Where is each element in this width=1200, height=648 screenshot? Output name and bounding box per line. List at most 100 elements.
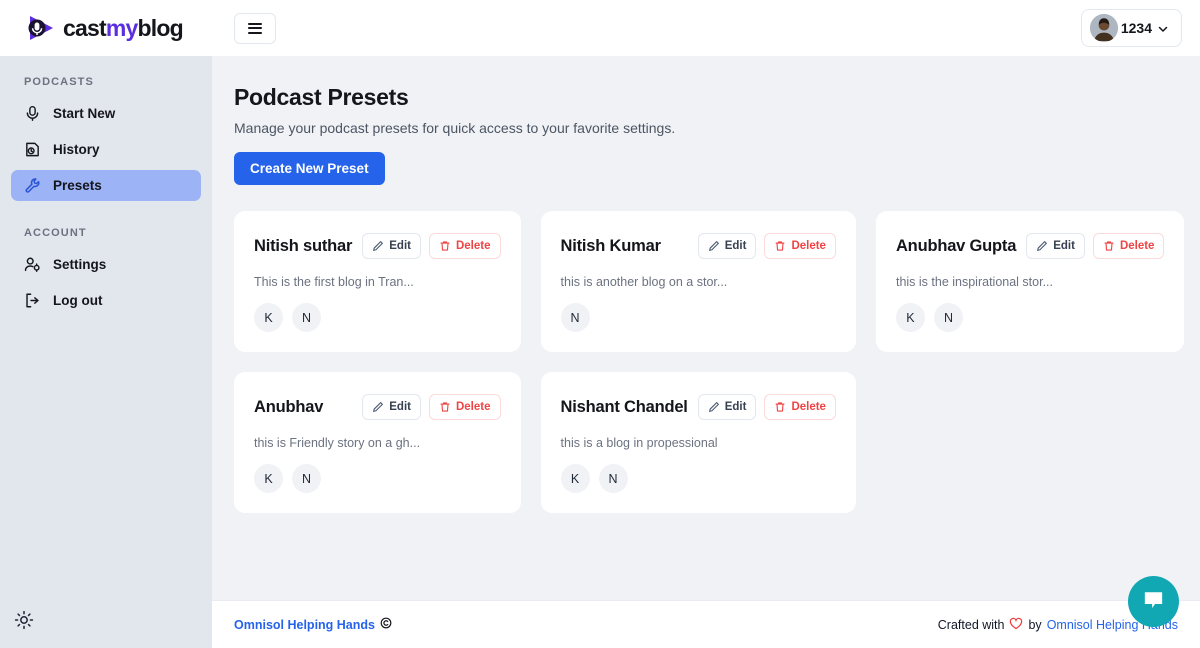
presets-grid: Nitish suthar Edit Delete This is the first…	[234, 211, 1185, 513]
preset-card-actions: Edit Delete	[697, 394, 836, 420]
footer-brand-link[interactable]: Omnisol Helping Hands	[234, 617, 392, 632]
voice-chip[interactable]: N	[292, 303, 321, 332]
preset-card-header: Anubhav Gupta Edit Delete	[896, 233, 1165, 259]
user-gear-icon	[24, 256, 41, 273]
sidebar-item-logout[interactable]: Log out	[11, 285, 201, 316]
pencil-icon	[372, 401, 384, 413]
nav-section-account-label: ACCOUNT	[24, 227, 87, 239]
hamburger-menu-icon[interactable]	[234, 12, 276, 44]
sidebar-item-label: Log out	[53, 293, 103, 308]
voice-chip[interactable]: K	[254, 303, 283, 332]
delete-preset-button[interactable]: Delete	[764, 394, 836, 420]
create-new-preset-button[interactable]: Create New Preset	[234, 152, 385, 185]
sidebar-nav: PODCASTS Start New History Presets ACCOU…	[0, 56, 212, 610]
microphone-icon	[24, 105, 41, 122]
preset-description: this is the inspirational stor...	[895, 275, 1053, 289]
preset-title: Anubhav Gupta	[895, 236, 1017, 255]
sidebar-item-history[interactable]: History	[11, 134, 201, 165]
brand-logo[interactable]: castmyblog	[26, 13, 184, 43]
user-menu-button[interactable]: 1234	[1080, 9, 1182, 47]
sidebar-item-label: Presets	[53, 178, 102, 193]
preset-card-actions: Edit Delete	[362, 394, 501, 420]
nav-section-podcasts-label: PODCASTS	[24, 76, 94, 88]
sidebar-item-label: History	[53, 142, 100, 157]
edit-label: Edit	[724, 401, 747, 413]
preset-card-actions: Edit Delete	[1026, 233, 1165, 259]
brand-cast: cast	[63, 14, 107, 41]
sun-icon[interactable]	[14, 610, 34, 630]
preset-voice-chips: KN	[254, 464, 501, 493]
delete-preset-button[interactable]: Delete	[1092, 233, 1165, 259]
user-avatar-photo	[1089, 14, 1118, 42]
trash-icon	[439, 240, 451, 252]
chevron-down-icon	[1157, 22, 1169, 34]
preset-card: Nitish suthar Edit Delete This is the first…	[234, 211, 521, 352]
brand-wordmark: castmyblog	[63, 14, 184, 41]
voice-chip[interactable]: N	[933, 303, 963, 332]
edit-label: Edit	[724, 240, 747, 252]
hamburger-bars	[248, 22, 262, 34]
page-title: Podcast Presets	[234, 84, 409, 110]
voice-chip[interactable]: N	[598, 464, 628, 493]
edit-preset-button[interactable]: Edit	[1026, 233, 1085, 259]
sidebar-item-presets[interactable]: Presets	[11, 170, 201, 201]
sidebar-item-settings[interactable]: Settings	[11, 249, 201, 280]
trash-icon	[774, 401, 786, 413]
trash-icon	[1103, 240, 1115, 252]
theme-toggle[interactable]	[0, 610, 212, 648]
heart-icon	[1009, 617, 1023, 633]
main-area: 1234 Podcast Presets Manage your podcast…	[212, 0, 1200, 648]
voice-chip[interactable]: N	[560, 303, 590, 332]
chat-widget-button[interactable]	[1128, 576, 1179, 627]
page-subtitle: Manage your podcast presets for quick ac…	[234, 120, 676, 136]
preset-description: this is a blog in propessional	[560, 436, 718, 450]
pencil-icon	[1036, 240, 1048, 252]
brand-header: castmyblog	[0, 0, 212, 56]
preset-title: Nishant Chandel	[560, 397, 688, 416]
voice-chip[interactable]: N	[292, 464, 321, 493]
preset-voice-chips: KN	[560, 464, 836, 493]
sidebar-item-start-new[interactable]: Start New	[11, 98, 201, 129]
preset-card-actions: Edit Delete	[697, 233, 836, 259]
preset-title: Nitish suthar	[254, 236, 353, 255]
voice-chip[interactable]: K	[254, 464, 283, 493]
edit-preset-button[interactable]: Edit	[697, 233, 757, 259]
footer-by-text: by	[1028, 617, 1042, 632]
content-inner: Podcast Presets Manage your podcast pres…	[212, 84, 1200, 513]
user-name-label: 1234	[1120, 20, 1152, 36]
logout-arrow-icon	[24, 292, 41, 309]
preset-title: Anubhav	[254, 397, 324, 416]
edit-label: Edit	[389, 401, 411, 413]
delete-preset-button[interactable]: Delete	[764, 233, 836, 259]
delete-preset-button[interactable]: Delete	[428, 233, 501, 259]
sidebar-item-label: Settings	[53, 257, 107, 272]
preset-card: Anubhav Edit Delete this is Friendly story …	[234, 372, 521, 513]
app-root: castmyblog PODCASTS Start New History Pr…	[0, 0, 1200, 648]
edit-preset-button[interactable]: Edit	[697, 394, 757, 420]
preset-card: Nishant Chandel Edit Delete this is a blog …	[540, 372, 856, 513]
preset-voice-chips: KN	[895, 303, 1165, 332]
wrench-icon	[24, 177, 41, 194]
delete-preset-button[interactable]: Delete	[428, 394, 501, 420]
preset-description: this is Friendly story on a gh...	[254, 436, 421, 450]
edit-preset-button[interactable]: Edit	[362, 394, 421, 420]
preset-card-header: Nishant Chandel Edit Delete	[561, 394, 836, 420]
preset-voice-chips: KN	[254, 303, 501, 332]
trash-icon	[439, 401, 451, 413]
delete-label: Delete	[1119, 240, 1155, 252]
preset-card: Anubhav Gupta Edit Delete this is the inspi…	[875, 211, 1185, 352]
preset-title: Nitish Kumar	[560, 236, 661, 255]
footer-crafted-prefix: Crafted with	[937, 617, 1005, 632]
preset-description: This is the first blog in Tran...	[254, 275, 414, 289]
brand-blog: blog	[137, 14, 184, 41]
preset-description: this is another blog on a stor...	[560, 275, 728, 289]
preset-card-header: Nitish suthar Edit Delete	[254, 233, 501, 259]
preset-voice-chips: N	[560, 303, 836, 332]
voice-chip[interactable]: K	[560, 464, 590, 493]
content-scroll-area: Podcast Presets Manage your podcast pres…	[212, 56, 1200, 600]
edit-preset-button[interactable]: Edit	[362, 233, 421, 259]
voice-chip[interactable]: K	[895, 303, 925, 332]
footer-brand-text: Omnisol Helping Hands	[234, 617, 375, 632]
history-clock-icon	[24, 141, 41, 158]
pencil-icon	[708, 401, 720, 413]
